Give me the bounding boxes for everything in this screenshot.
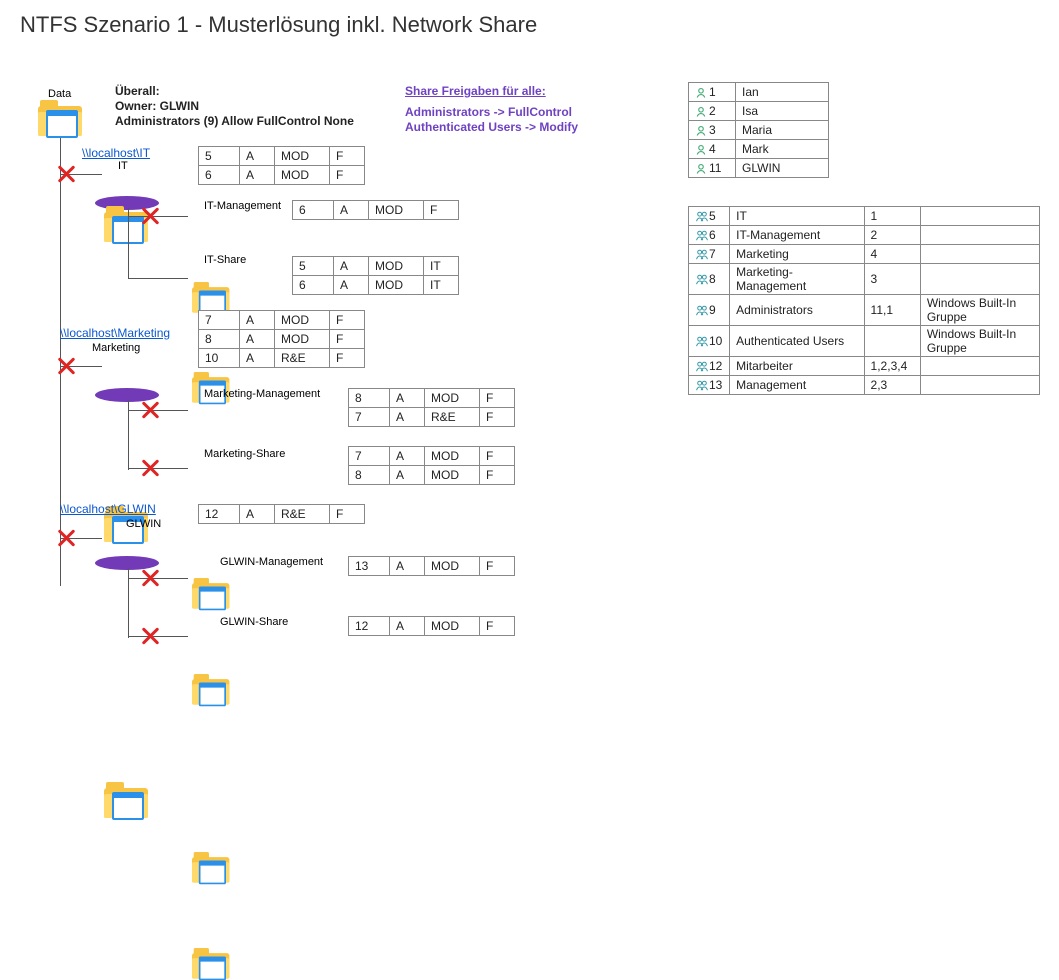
- user-icon: [695, 144, 707, 156]
- table-row: 9Administrators11,1Windows Built-In Grup…: [689, 295, 1040, 326]
- folder-label-glwin: GLWIN: [126, 518, 161, 530]
- groups-table: 5IT16IT-Management27Marketing48Marketing…: [688, 206, 1040, 395]
- root-label: Data: [48, 88, 71, 100]
- perm-table-glw-share: 12AMODF: [348, 616, 515, 636]
- folder-mkt-mgmt-icon: [192, 578, 229, 609]
- folder-it-mgmt-icon: [192, 282, 229, 313]
- table-row: 2Isa: [689, 102, 829, 121]
- folder-label-glw-mgmt: GLWIN-Management: [220, 556, 323, 568]
- page-title: NTFS Szenario 1 - Musterlösung inkl. Net…: [20, 12, 1039, 38]
- folder-label-glw-share: GLWIN-Share: [220, 616, 288, 628]
- share-line2: Authenticated Users -> Modify: [405, 120, 578, 135]
- table-row: 5IT1: [689, 207, 1040, 226]
- folder-glw-share-icon: [192, 948, 229, 979]
- user-icon: [695, 125, 707, 137]
- table-row: 12Mitarbeiter1,2,3,4: [689, 357, 1040, 376]
- perm-table-it: 5AMODF 6AMODF: [198, 146, 365, 185]
- folder-label-it-mgmt: IT-Management: [204, 200, 281, 212]
- group-icon: [695, 274, 707, 286]
- user-icon: [695, 87, 707, 99]
- folder-it-icon: [104, 206, 148, 242]
- group-icon: [695, 230, 707, 242]
- user-icon: [695, 106, 707, 118]
- purple-shadow: [95, 556, 159, 570]
- table-row: 7Marketing4: [689, 245, 1040, 264]
- group-icon: [695, 361, 707, 373]
- share-link-it[interactable]: \\localhost\IT: [82, 146, 150, 160]
- perm-table-mkt-mgmt: 8AMODF 7AR&EF: [348, 388, 515, 427]
- table-row: 3Maria: [689, 121, 829, 140]
- perm-table-glw-mgmt: 13AMODF: [348, 556, 515, 576]
- folder-label-it-share: IT-Share: [204, 254, 246, 266]
- perm-table-glwin: 12AR&EF: [198, 504, 365, 524]
- group-icon: [695, 211, 707, 223]
- perm-table-it-share: 5AMODIT 6AMODIT: [292, 256, 459, 295]
- table-row: 4Mark: [689, 140, 829, 159]
- share-link-glwin[interactable]: \\localhost\GLWIN: [60, 502, 156, 516]
- folder-mkt-share-icon: [192, 674, 229, 705]
- folder-glw-mgmt-icon: [192, 852, 229, 883]
- perm-table-mkt-share: 7AMODF 8AMODF: [348, 446, 515, 485]
- table-row: 8Marketing-Management3: [689, 264, 1040, 295]
- header-uberall: Überall:: [115, 84, 354, 99]
- share-link-marketing[interactable]: \\localhost\Marketing: [60, 326, 170, 340]
- group-icon: [695, 380, 707, 392]
- share-line1: Administrators -> FullControl: [405, 105, 578, 120]
- perm-table-marketing: 7AMODF 8AMODF 10AR&EF: [198, 310, 365, 368]
- folder-label-mkt-mgmt: Marketing-Management: [204, 388, 320, 400]
- perm-table-it-mgmt: 6AMODF: [292, 200, 459, 220]
- folder-label-it: IT: [118, 160, 128, 172]
- user-icon: [695, 163, 707, 175]
- header-owner: Owner: GLWIN: [115, 99, 354, 114]
- group-icon: [695, 305, 707, 317]
- table-row: 6IT-Management2: [689, 226, 1040, 245]
- table-row: 1Ian: [689, 83, 829, 102]
- table-row: 10Authenticated UsersWindows Built-In Gr…: [689, 326, 1040, 357]
- folder-label-mkt-share: Marketing-Share: [204, 448, 285, 460]
- share-block: Share Freigaben für alle: Administrators…: [405, 84, 578, 135]
- folder-data-icon: [38, 100, 82, 136]
- header-block: Überall: Owner: GLWIN Administrators (9)…: [115, 84, 354, 129]
- diagram-canvas: Data Überall: Owner: GLWIN Administrator…: [20, 58, 1040, 658]
- purple-shadow: [95, 388, 159, 402]
- folder-glwin-icon: [104, 782, 148, 818]
- group-icon: [695, 249, 707, 261]
- table-row: 13Management2,3: [689, 376, 1040, 395]
- group-icon: [695, 336, 707, 348]
- share-title: Share Freigaben für alle:: [405, 84, 578, 99]
- table-row: 11GLWIN: [689, 159, 829, 178]
- header-admins: Administrators (9) Allow FullControl Non…: [115, 114, 354, 129]
- folder-label-marketing: Marketing: [92, 342, 140, 354]
- users-table: 1Ian2Isa3Maria4Mark11GLWIN: [688, 82, 829, 178]
